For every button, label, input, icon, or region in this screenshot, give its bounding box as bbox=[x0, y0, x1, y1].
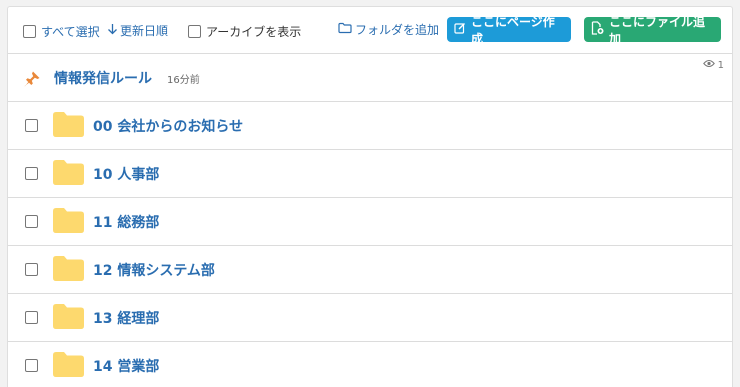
folder-row[interactable]: 14 営業部 bbox=[8, 342, 732, 387]
eye-icon bbox=[702, 59, 715, 71]
folder-name[interactable]: 14 営業部 bbox=[93, 356, 159, 376]
folder-row[interactable]: 00 会社からのお知らせ bbox=[8, 102, 732, 150]
create-page-label[interactable]: ここにページ作成 bbox=[471, 13, 564, 47]
folder-row[interactable]: 11 総務部 bbox=[8, 198, 732, 246]
folder-checkbox[interactable] bbox=[25, 263, 38, 276]
sort-label[interactable]: 更新日順 bbox=[120, 22, 168, 39]
folder-icon bbox=[53, 112, 84, 141]
folder-row[interactable]: 10 人事部 bbox=[8, 150, 732, 198]
folder-checkbox[interactable] bbox=[25, 311, 38, 324]
file-add-icon bbox=[591, 21, 604, 38]
pinned-page-row[interactable]: 情報発信ルール 16分前 1 bbox=[8, 54, 732, 102]
folder-name[interactable]: 00 会社からのお知らせ bbox=[93, 116, 243, 136]
pinned-page-time: 16分前 bbox=[167, 75, 200, 86]
show-archive-toggle[interactable]: アーカイブを表示 bbox=[188, 23, 301, 40]
folder-row[interactable]: 12 情報システム部 bbox=[8, 246, 732, 294]
create-page-button[interactable]: ここにページ作成 bbox=[447, 15, 571, 46]
select-all-toggle[interactable]: すべて選択 bbox=[23, 23, 100, 40]
folder-name[interactable]: 13 経理部 bbox=[93, 308, 159, 328]
pin-icon bbox=[23, 70, 41, 92]
sort-by-updated-button[interactable]: 更新日順 bbox=[107, 22, 168, 39]
folder-checkbox[interactable] bbox=[25, 215, 38, 228]
folder-checkbox[interactable] bbox=[25, 167, 38, 180]
select-all-label[interactable]: すべて選択 bbox=[41, 23, 100, 40]
view-count-value: 1 bbox=[717, 59, 724, 71]
view-count: 1 bbox=[702, 59, 724, 71]
add-file-button[interactable]: ここにファイル追加 bbox=[584, 15, 721, 46]
folder-icon bbox=[53, 304, 84, 333]
select-all-checkbox[interactable] bbox=[23, 25, 36, 38]
folder-name[interactable]: 10 人事部 bbox=[93, 164, 159, 184]
show-archive-label[interactable]: アーカイブを表示 bbox=[206, 23, 301, 40]
toolbar: すべて選択 更新日順 アーカイブを表示 フォルダを追加 ここにページ作成 ここに… bbox=[8, 7, 732, 54]
folder-checkbox[interactable] bbox=[25, 359, 38, 372]
pinned-page-title[interactable]: 情報発信ルール bbox=[54, 68, 152, 88]
add-folder-label[interactable]: フォルダを追加 bbox=[355, 21, 439, 38]
folder-name[interactable]: 11 総務部 bbox=[93, 212, 159, 232]
edit-icon bbox=[454, 22, 466, 37]
folder-name[interactable]: 12 情報システム部 bbox=[93, 260, 215, 280]
folder-row[interactable]: 13 経理部 bbox=[8, 294, 732, 342]
file-list-panel: すべて選択 更新日順 アーカイブを表示 フォルダを追加 ここにページ作成 ここに… bbox=[7, 6, 733, 387]
folder-icon bbox=[53, 256, 84, 285]
folder-icon bbox=[53, 208, 84, 237]
show-archive-checkbox[interactable] bbox=[188, 25, 201, 38]
arrow-down-icon bbox=[107, 23, 118, 38]
add-file-label[interactable]: ここにファイル追加 bbox=[609, 13, 714, 47]
folder-outline-icon bbox=[338, 22, 352, 37]
folder-icon bbox=[53, 352, 84, 381]
folder-icon bbox=[53, 160, 84, 189]
folder-checkbox[interactable] bbox=[25, 119, 38, 132]
add-folder-button[interactable]: フォルダを追加 bbox=[338, 21, 439, 38]
